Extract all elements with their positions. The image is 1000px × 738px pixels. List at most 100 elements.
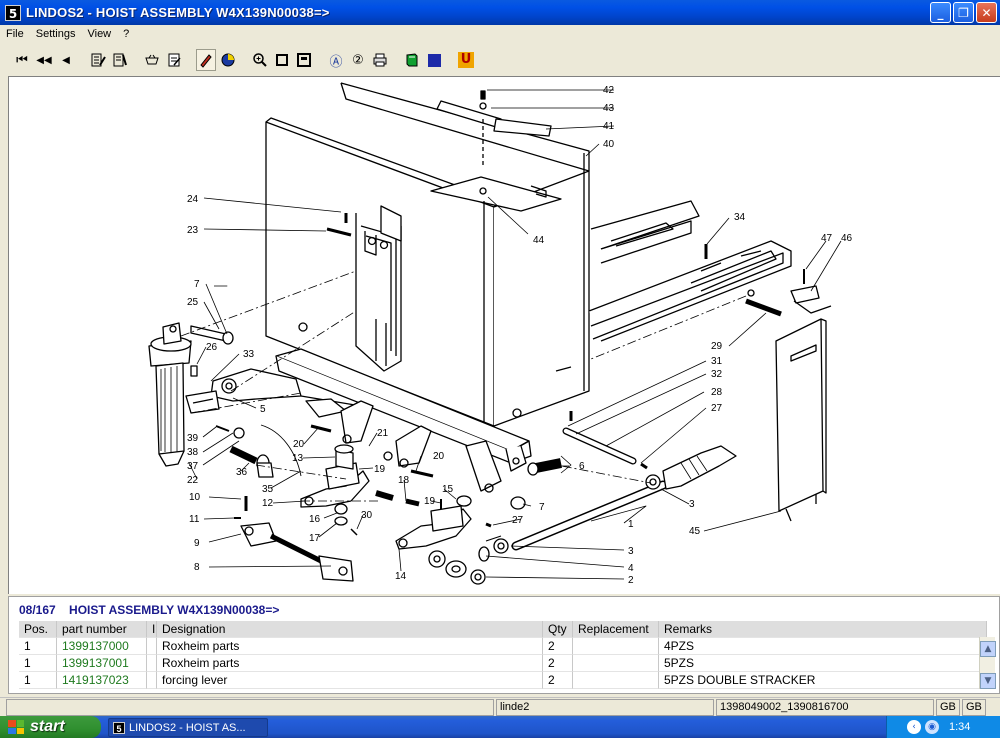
notepad-icon[interactable] — [164, 49, 184, 71]
callout-38[interactable]: 38 — [187, 447, 199, 458]
circle-2-icon[interactable]: ② — [348, 49, 368, 71]
green-book-icon[interactable] — [402, 49, 422, 71]
callout-33[interactable]: 33 — [243, 349, 255, 360]
col-header-part-number[interactable]: part number — [57, 621, 147, 638]
callout-19-lower[interactable]: 19 — [424, 496, 436, 507]
first-page-icon[interactable]: ⏮ — [12, 49, 32, 71]
callout-7-upper[interactable]: 7 — [194, 279, 200, 290]
restore-button[interactable]: ❐ — [953, 2, 974, 23]
cell-part-number[interactable]: 1399137000 — [57, 638, 147, 655]
prev-fast-icon[interactable]: ◀◀ — [34, 49, 54, 71]
menu-view[interactable]: View — [81, 25, 117, 44]
callout-46[interactable]: 46 — [841, 233, 853, 244]
cell-part-number[interactable]: 1399137001 — [57, 655, 147, 672]
callout-3-right[interactable]: 3 — [689, 499, 695, 510]
callout-28[interactable]: 28 — [711, 387, 723, 398]
menu-settings[interactable]: Settings — [30, 25, 82, 44]
callout-45[interactable]: 45 — [689, 526, 701, 537]
callout-35[interactable]: 35 — [262, 484, 274, 495]
callout-43[interactable]: 43 — [603, 103, 615, 114]
callout-7-lower[interactable]: 7 — [539, 502, 545, 513]
callout-1[interactable]: 1 — [628, 519, 634, 530]
callout-20-right[interactable]: 20 — [433, 451, 445, 462]
callout-41[interactable]: 41 — [603, 121, 615, 132]
col-header-i[interactable]: I — [147, 621, 157, 638]
tray-expand-icon[interactable]: ‹ — [907, 720, 921, 734]
callout-20-left[interactable]: 20 — [293, 439, 305, 450]
callout-17[interactable]: 17 — [309, 533, 321, 544]
table-row[interactable]: 1 1419137023 forcing lever 2 5PZS DOUBLE… — [19, 672, 987, 689]
callout-3-lower[interactable]: 3 — [628, 546, 634, 557]
callout-21[interactable]: 21 — [377, 428, 389, 439]
col-header-designation[interactable]: Designation — [157, 621, 543, 638]
title-bar[interactable]: 5 LINDOS2 - HOIST ASSEMBLY W4X139N00038=… — [0, 0, 1000, 25]
callout-42[interactable]: 42 — [603, 85, 615, 96]
callout-30[interactable]: 30 — [361, 510, 373, 521]
callout-32[interactable]: 32 — [711, 369, 723, 380]
cell-part-number[interactable]: 1419137023 — [57, 672, 147, 689]
callout-14[interactable]: 14 — [395, 571, 407, 582]
menu-help[interactable]: ? — [117, 25, 135, 44]
callout-6[interactable]: 6 — [579, 461, 585, 472]
col-header-replacement[interactable]: Replacement — [573, 621, 659, 638]
zoom-icon[interactable] — [250, 49, 270, 71]
callout-34[interactable]: 34 — [734, 212, 746, 223]
u-icon[interactable]: U — [456, 49, 476, 71]
callout-27-right[interactable]: 27 — [711, 403, 723, 414]
scroll-up-icon[interactable]: ▲ — [980, 641, 996, 657]
col-header-qty[interactable]: Qty — [543, 621, 573, 638]
callout-24[interactable]: 24 — [187, 194, 199, 205]
callout-27-lower[interactable]: 27 — [512, 515, 524, 526]
at-icon[interactable]: Ⓐ — [326, 49, 346, 71]
table-row[interactable]: 1 1399137001 Roxheim parts 2 5PZS — [19, 655, 987, 672]
color-wheel-icon[interactable] — [218, 49, 238, 71]
callout-25[interactable]: 25 — [187, 297, 199, 308]
callout-8[interactable]: 8 — [194, 562, 200, 573]
start-button[interactable]: start — [0, 716, 101, 738]
callout-31[interactable]: 31 — [711, 356, 723, 367]
print-icon[interactable] — [370, 49, 390, 71]
minimize-button[interactable]: _ — [930, 2, 951, 23]
exploded-diagram-area[interactable]: 42 43 41 40 44 24 23 34 47 46 7 25 26 33… — [8, 76, 1000, 594]
prev-icon[interactable]: ◀ — [56, 49, 76, 71]
edit-list-icon[interactable] — [88, 49, 108, 71]
callout-4[interactable]: 4 — [628, 563, 634, 574]
col-header-pos[interactable]: Pos. — [19, 621, 57, 638]
callout-26[interactable]: 26 — [206, 342, 218, 353]
callout-9[interactable]: 9 — [194, 538, 200, 549]
callout-47[interactable]: 47 — [821, 233, 833, 244]
blue-square-icon[interactable] — [424, 49, 444, 71]
callout-23[interactable]: 23 — [187, 225, 199, 236]
close-button[interactable]: ✕ — [976, 2, 997, 23]
callout-39[interactable]: 39 — [187, 433, 199, 444]
callout-40[interactable]: 40 — [603, 139, 615, 150]
callout-44[interactable]: 44 — [533, 235, 545, 246]
callout-18[interactable]: 18 — [398, 475, 410, 486]
pen-icon[interactable] — [196, 49, 216, 71]
callout-10[interactable]: 10 — [189, 492, 201, 503]
fit-page-icon[interactable] — [272, 49, 292, 71]
callout-22[interactable]: 22 — [187, 475, 199, 486]
network-icon[interactable]: ◉ — [925, 720, 939, 734]
edit-list-2-icon[interactable] — [110, 49, 130, 71]
callout-12[interactable]: 12 — [262, 498, 274, 509]
callout-29[interactable]: 29 — [711, 341, 723, 352]
table-row[interactable]: 1 1399137000 Roxheim parts 2 4PZS — [19, 638, 987, 655]
clock[interactable]: 1:34 — [949, 721, 970, 733]
callout-13[interactable]: 13 — [292, 453, 304, 464]
callout-5[interactable]: 5 — [260, 404, 266, 415]
callout-2[interactable]: 2 — [628, 575, 634, 586]
callout-37[interactable]: 37 — [187, 461, 199, 472]
fit-width-icon[interactable] — [294, 49, 314, 71]
menu-file[interactable]: File — [0, 25, 30, 44]
callout-15[interactable]: 15 — [442, 484, 454, 495]
callout-19-upper[interactable]: 19 — [374, 464, 386, 475]
basket-icon[interactable] — [142, 49, 162, 71]
taskbar-item-lindos[interactable]: 5 LINDOS2 - HOIST AS... — [108, 718, 268, 737]
callout-16[interactable]: 16 — [309, 514, 321, 525]
callout-36[interactable]: 36 — [236, 467, 248, 478]
scroll-down-icon[interactable]: ▼ — [980, 673, 996, 689]
col-header-remarks[interactable]: Remarks — [659, 621, 987, 638]
callout-11[interactable]: 11 — [189, 514, 200, 525]
parts-scrollbar[interactable]: ▲ ▼ — [979, 637, 996, 689]
